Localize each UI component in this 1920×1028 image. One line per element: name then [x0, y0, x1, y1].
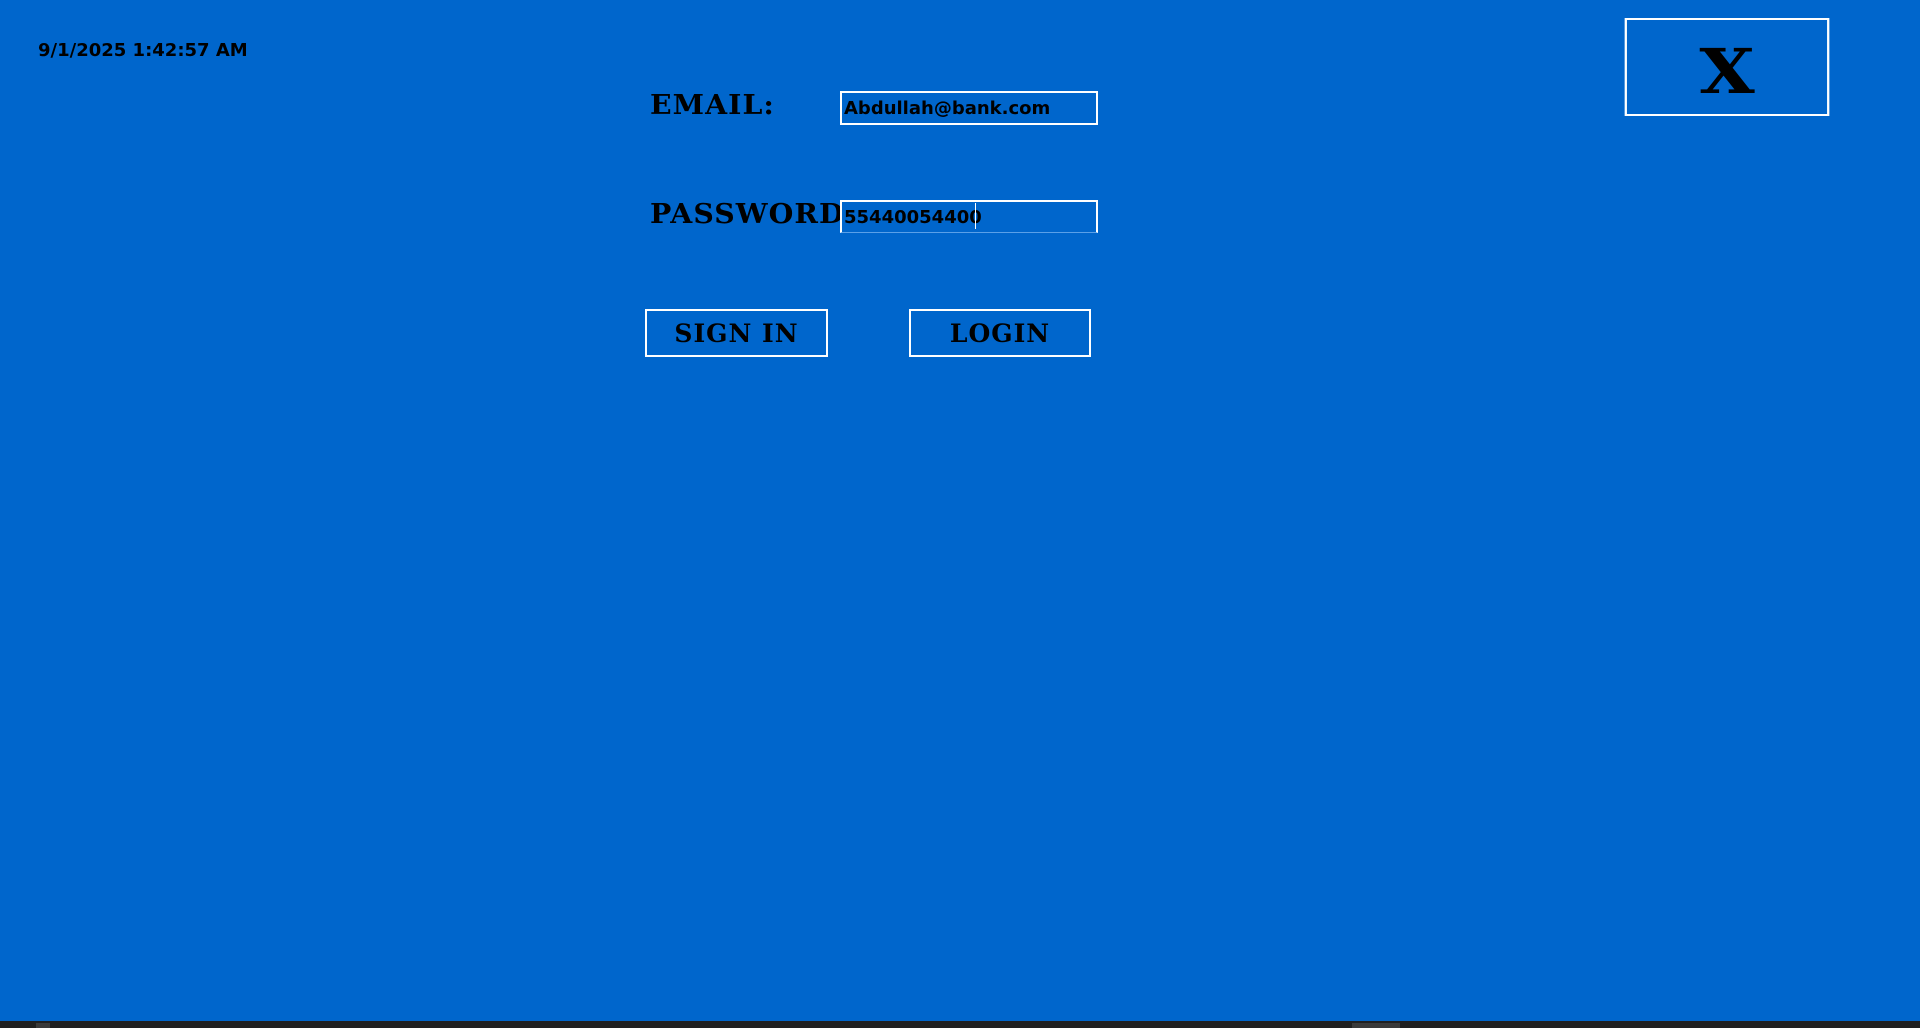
text-caret [975, 203, 976, 229]
taskbar [0, 1021, 1920, 1028]
sign-in-button[interactable]: SIGN IN [645, 309, 828, 357]
password-field[interactable] [840, 200, 1098, 233]
email-field[interactable] [840, 91, 1098, 125]
close-button[interactable]: X [1624, 18, 1830, 116]
login-window: 9/1/2025 1:42:57 AM X EMAIL: PASSWORD: S… [0, 0, 1920, 1021]
email-label: EMAIL: [650, 90, 775, 121]
password-label: PASSWORD: [650, 199, 857, 230]
close-label: X [1699, 34, 1755, 108]
taskbar-start-icon[interactable] [36, 1023, 50, 1028]
datetime-display: 9/1/2025 1:42:57 AM [38, 40, 248, 61]
taskbar-app-icon[interactable] [1352, 1023, 1400, 1028]
login-button[interactable]: LOGIN [909, 309, 1091, 357]
